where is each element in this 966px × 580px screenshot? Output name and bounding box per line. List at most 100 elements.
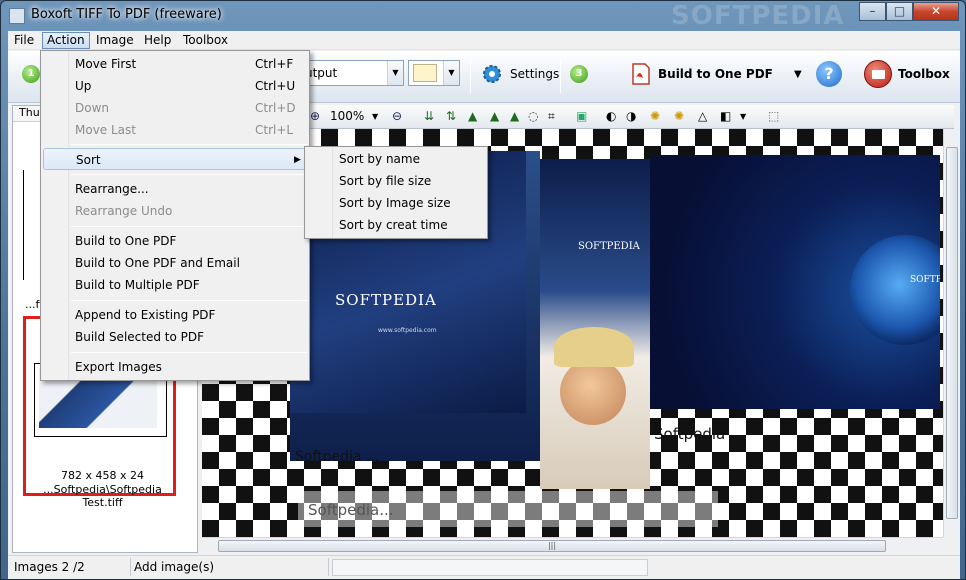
zoom-in-icon[interactable]: ⊕ bbox=[310, 109, 320, 123]
submenu-arrow-icon: ▶ bbox=[294, 155, 301, 165]
menu-item-label: Up bbox=[75, 79, 92, 93]
invert-icon[interactable]: ◑ bbox=[626, 109, 636, 123]
preview-logo-1: SOFTPEDIA bbox=[335, 291, 437, 309]
menu-item-label: Sort by Image size bbox=[339, 196, 451, 210]
window-title: Boxoft TIFF To PDF (freeware) bbox=[31, 7, 222, 22]
action-menu: Move First Ctrl+F Up Ctrl+U Down Ctrl+D Mov… bbox=[40, 50, 310, 381]
submenu-item-sort-by-name[interactable]: Sort by name bbox=[307, 148, 485, 170]
minimize-button[interactable]: – bbox=[859, 2, 886, 21]
image-toolbar: ⊕ 100% ▼ ⊖ ⇊ ⇅ ▲ ▲ ▲ ◌ ⌗ ▣ ◐ ◑ ✺ ✺ △ ◧ ▼… bbox=[202, 105, 954, 129]
menu-item-build-selected-pdf[interactable]: Build Selected to PDF bbox=[43, 326, 307, 348]
image-settings-icon[interactable]: ▣ bbox=[576, 109, 587, 123]
menu-item-move-first[interactable]: Move First Ctrl+F bbox=[43, 53, 307, 75]
build-one-pdf-button[interactable]: Build to One PDF bbox=[630, 60, 773, 88]
crop-icon[interactable]: ⌗ bbox=[548, 109, 555, 124]
status-image-count: Images 2 /2 bbox=[14, 560, 85, 574]
title-bar[interactable]: Boxoft TIFF To PDF (freeware) SOFTPEDIA … bbox=[1, 1, 965, 31]
step1-icon: 1 bbox=[22, 65, 40, 83]
menu-separator bbox=[71, 144, 307, 145]
menu-item-export-images[interactable]: Export Images bbox=[43, 356, 307, 378]
preview-caption-2: Softpedia ... bbox=[654, 425, 745, 443]
lasso-icon[interactable]: ◌ bbox=[528, 109, 538, 123]
menu-item-shortcut: Ctrl+D bbox=[255, 101, 296, 115]
brightness-up-icon[interactable]: ✺ bbox=[650, 109, 660, 123]
close-button[interactable]: ✕ bbox=[913, 2, 959, 21]
settings-label: Settings bbox=[510, 67, 560, 81]
menu-item-sort[interactable]: Sort ▶ bbox=[43, 148, 307, 170]
menu-action[interactable]: Action bbox=[42, 32, 90, 49]
zoom-level[interactable]: 100% bbox=[330, 109, 364, 123]
menu-item-up[interactable]: Up Ctrl+U bbox=[43, 75, 307, 97]
preview-logo-3: SOFTPEDIA bbox=[910, 275, 940, 285]
menu-item-label: Build Selected to PDF bbox=[75, 330, 205, 344]
toolbox-button[interactable]: Toolbox bbox=[864, 60, 950, 88]
zoom-dropdown-icon[interactable]: ▼ bbox=[372, 112, 378, 121]
menu-item-label: Append to Existing PDF bbox=[75, 308, 216, 322]
menu-item-move-last[interactable]: Move Last Ctrl+L bbox=[43, 119, 307, 141]
pdf-icon bbox=[632, 63, 650, 85]
horizontal-scrollbar[interactable]: ||| bbox=[202, 537, 943, 553]
toolbar-separator bbox=[560, 59, 561, 93]
mirror-icon[interactable]: ▲ bbox=[510, 109, 519, 123]
thumbnail-2-dims: 782 x 458 x 24 bbox=[61, 469, 144, 482]
flip-vertical-icon[interactable]: ⇊ bbox=[424, 109, 434, 123]
menu-item-rearrange[interactable]: Rearrange... bbox=[43, 178, 307, 200]
thumbnail-2-path: ...Softpedia\Softpedia Test.tiff bbox=[43, 483, 162, 509]
submenu-item-sort-by-file-size[interactable]: Sort by file size bbox=[307, 170, 485, 192]
settings-button[interactable]: Settings bbox=[480, 60, 559, 88]
help-icon: ? bbox=[816, 61, 842, 87]
maximize-button[interactable]: □ bbox=[886, 2, 913, 21]
brightness-down-icon[interactable]: ✺ bbox=[674, 109, 684, 123]
menu-item-build-one-pdf[interactable]: Build to One PDF bbox=[43, 230, 307, 252]
rotate-left-icon[interactable]: ▲ bbox=[468, 109, 477, 123]
menu-bar: File Action Image Help Toolbox bbox=[8, 31, 960, 50]
horizontal-scroll-thumb[interactable]: ||| bbox=[218, 540, 886, 552]
menu-item-label: Sort by file size bbox=[339, 174, 432, 188]
vertical-scroll-thumb[interactable] bbox=[946, 147, 958, 519]
output-combo[interactable]: utput ▼ bbox=[298, 60, 404, 86]
contrast-icon[interactable]: ◐ bbox=[606, 109, 616, 123]
menu-separator bbox=[71, 226, 307, 227]
rotate-right-icon[interactable]: ▲ bbox=[490, 109, 499, 123]
menu-toolbox[interactable]: Toolbox bbox=[183, 33, 228, 47]
build-dropdown-arrow[interactable]: ▼ bbox=[794, 60, 802, 88]
menu-item-shortcut: Ctrl+U bbox=[255, 79, 296, 93]
menu-item-down[interactable]: Down Ctrl+D bbox=[43, 97, 307, 119]
flip-horizontal-icon[interactable]: ⇅ bbox=[446, 109, 456, 123]
menu-item-rearrange-undo[interactable]: Rearrange Undo bbox=[43, 200, 307, 222]
step3-icon: 3 bbox=[570, 65, 588, 83]
menu-item-build-multiple-pdf[interactable]: Build to Multiple PDF bbox=[43, 274, 307, 296]
help-button[interactable]: ? bbox=[816, 60, 842, 88]
reset-icon[interactable]: ⬚ bbox=[768, 109, 779, 123]
preview-url-1: www.softpedia.com bbox=[378, 327, 437, 334]
preview-planet bbox=[850, 235, 940, 345]
menu-item-build-one-pdf-email[interactable]: Build to One PDF and Email bbox=[43, 252, 307, 274]
preview-caption-1: Softpedia ... bbox=[295, 449, 380, 461]
menu-separator bbox=[71, 352, 307, 353]
zoom-out-icon[interactable]: ⊖ bbox=[392, 109, 402, 123]
menu-file[interactable]: File bbox=[14, 33, 34, 47]
submenu-item-sort-by-image-size[interactable]: Sort by Image size bbox=[307, 192, 485, 214]
menu-item-append-existing-pdf[interactable]: Append to Existing PDF bbox=[43, 304, 307, 326]
step1-button[interactable]: 1 bbox=[22, 60, 40, 88]
preview-caption-3: Softpedia... bbox=[308, 501, 394, 519]
submenu-item-sort-by-creat-time[interactable]: Sort by creat time bbox=[307, 214, 485, 236]
chevron-down-icon: ▼ bbox=[387, 61, 403, 85]
close-icon: ✕ bbox=[930, 4, 942, 18]
menu-item-label: Sort by creat time bbox=[339, 218, 448, 232]
preview-page-3: SOFTPEDIA bbox=[650, 155, 940, 409]
color-swatch bbox=[413, 64, 437, 82]
menu-item-label: Build to One PDF and Email bbox=[75, 256, 240, 270]
menu-help[interactable]: Help bbox=[144, 33, 171, 47]
build-one-pdf-label: Build to One PDF bbox=[658, 67, 773, 81]
effects-dropdown-icon[interactable]: ▼ bbox=[740, 112, 746, 121]
status-divider bbox=[130, 558, 131, 576]
vertical-scrollbar[interactable] bbox=[943, 129, 960, 537]
status-progress bbox=[332, 559, 648, 576]
grayscale-icon[interactable]: ◧ bbox=[720, 109, 731, 123]
menu-image[interactable]: Image bbox=[96, 33, 134, 47]
toolbar-separator bbox=[470, 59, 471, 93]
menu-separator bbox=[71, 300, 307, 301]
color-picker[interactable]: ▼ bbox=[408, 60, 460, 86]
sharpen-icon[interactable]: △ bbox=[698, 109, 707, 123]
